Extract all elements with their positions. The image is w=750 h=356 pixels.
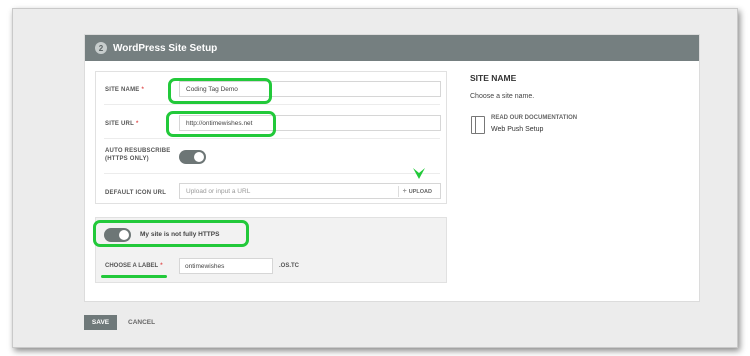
highlight-site-name — [168, 78, 272, 104]
highlight-https-toggle — [93, 220, 249, 247]
upload-button[interactable]: + UPLOAD — [397, 186, 436, 197]
default-icon-placeholder: Upload or input a URL — [186, 187, 251, 195]
document-icon — [471, 116, 485, 134]
form-footer: SAVE CANCEL — [84, 315, 155, 330]
check-arrow-icon — [413, 168, 425, 179]
choose-label-label: CHOOSE A LABEL * — [105, 263, 163, 269]
site-name-label: SITE NAME * — [105, 87, 145, 93]
plus-icon: + — [402, 188, 407, 195]
help-description: Choose a site name. — [470, 93, 535, 100]
divider — [104, 104, 440, 105]
default-icon-input[interactable]: Upload or input a URL + UPLOAD — [179, 183, 441, 199]
default-icon-label: DEFAULT ICON URL — [105, 190, 167, 196]
auto-resubscribe-toggle[interactable] — [179, 150, 206, 164]
step-number-badge: 2 — [95, 42, 107, 54]
setup-card: 2 WordPress Site Setup SITE NAME * Coding… — [84, 34, 700, 302]
site-url-label: SITE URL * — [105, 121, 139, 127]
help-title: SITE NAME — [470, 73, 517, 83]
toggle-knob — [194, 152, 204, 162]
label-domain-suffix: .OS.TC — [279, 263, 300, 269]
divider — [104, 173, 440, 174]
cancel-button[interactable]: CANCEL — [128, 319, 155, 326]
documentation-heading: READ OUR DOCUMENTATION — [491, 115, 578, 121]
auto-resubscribe-label: AUTO RESUBSCRIBE (HTTPS ONLY) — [105, 148, 171, 162]
card-title: WordPress Site Setup — [113, 42, 218, 54]
divider — [104, 138, 440, 139]
save-button[interactable]: SAVE — [84, 315, 117, 330]
upload-label: UPLOAD — [408, 188, 432, 195]
documentation-link[interactable]: Web Push Setup — [491, 126, 543, 133]
highlight-underline-choose-label — [101, 275, 167, 278]
choose-label-input[interactable]: ontimewishes — [179, 258, 273, 274]
card-header: 2 WordPress Site Setup — [85, 35, 699, 61]
highlight-site-url — [166, 111, 276, 137]
